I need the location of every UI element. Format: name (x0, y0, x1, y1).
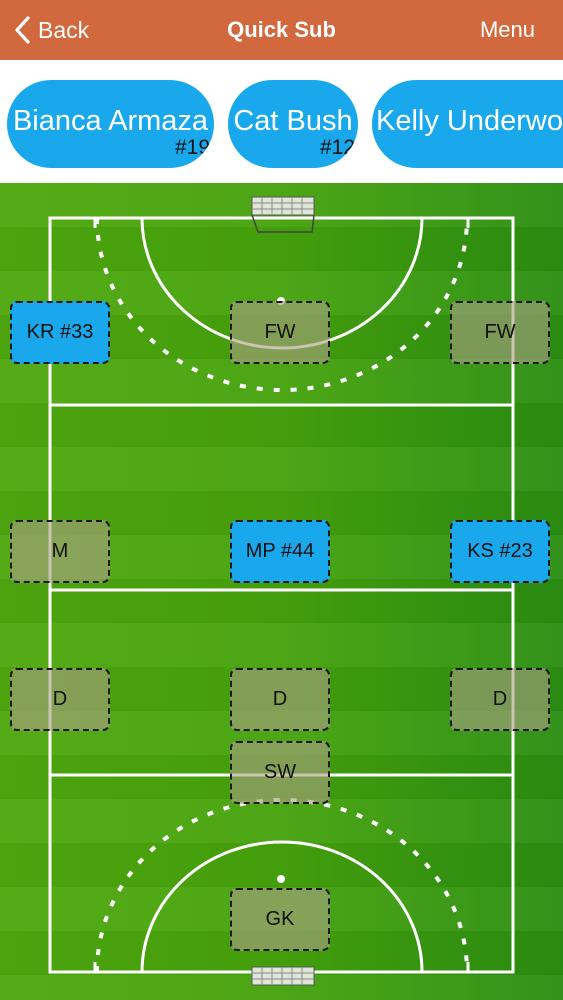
position-slot-sw[interactable]: SW (230, 741, 330, 804)
player-name: Kelly Underwo (376, 105, 563, 137)
bench-scroller[interactable]: Bianca Armaza #19 Cat Bush #12 Kelly Und… (0, 60, 563, 183)
position-slot-m-center[interactable]: MP #44 (230, 520, 330, 583)
position-slot-m-right[interactable]: KS #23 (450, 520, 550, 583)
position-slot-fw-right[interactable]: FW (450, 301, 550, 364)
bench-player-chip[interactable]: Cat Bush #12 (228, 80, 358, 168)
player-number: #12 (320, 136, 356, 159)
position-slot-m-left[interactable]: M (10, 520, 110, 583)
top-goal (251, 196, 315, 233)
hockey-field: KR #33 FW FW M MP #44 KS #23 D D D SW GK (0, 183, 563, 1000)
position-slot-fw-left[interactable]: KR #33 (10, 301, 110, 364)
player-name: Cat Bush (233, 105, 353, 137)
position-slot-d-right[interactable]: D (450, 668, 550, 731)
player-name: Bianca Armaza (12, 105, 209, 137)
bench-player-chip[interactable]: Kelly Underwo (372, 80, 563, 168)
position-slot-d-left[interactable]: D (10, 668, 110, 731)
position-slot-gk[interactable]: GK (230, 888, 330, 951)
bench-player-chip[interactable]: Bianca Armaza #19 (7, 80, 214, 168)
position-slot-fw-center[interactable]: FW (230, 301, 330, 364)
nav-bar: Back Quick Sub Menu (0, 0, 563, 60)
player-number: #19 (175, 136, 211, 159)
page-title: Quick Sub (227, 17, 336, 42)
position-slot-d-center[interactable]: D (230, 668, 330, 731)
bottom-goal (251, 966, 315, 986)
menu-button[interactable]: Menu (480, 17, 535, 43)
